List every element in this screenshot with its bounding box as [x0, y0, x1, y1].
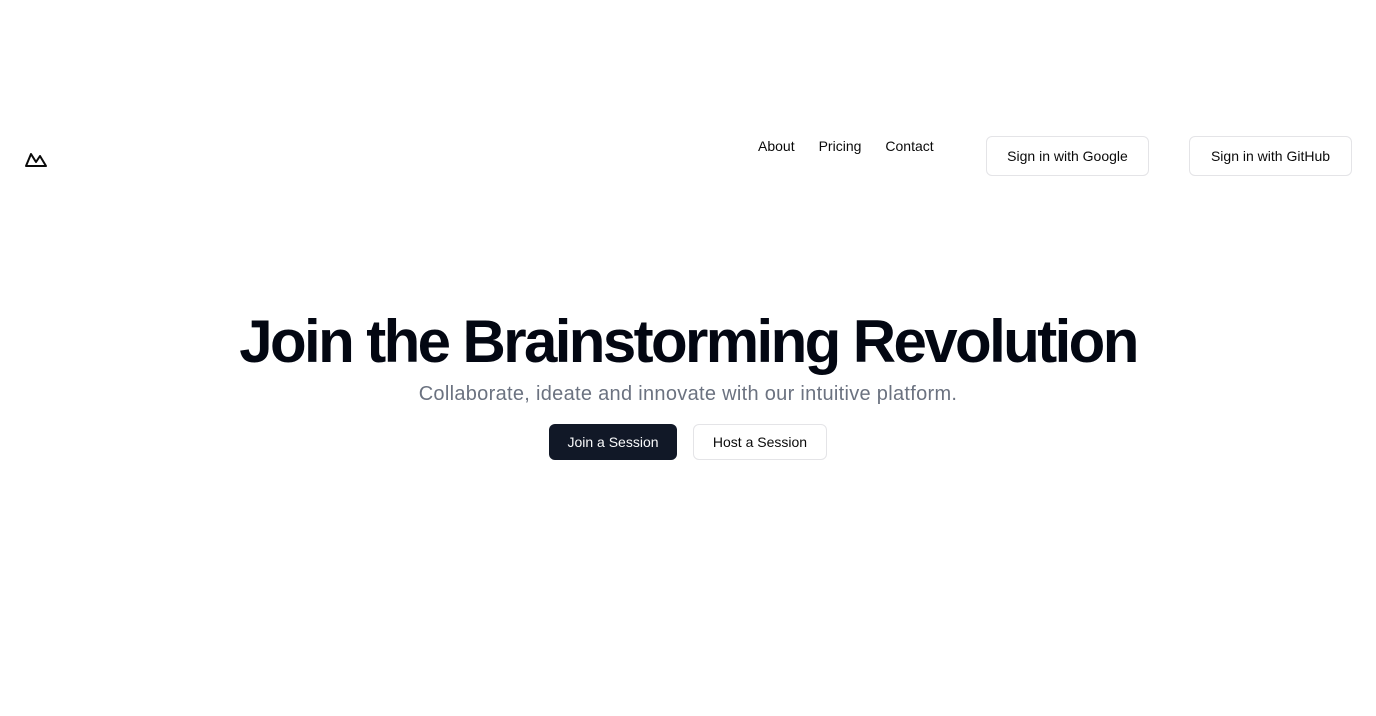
host-session-button[interactable]: Host a Session: [693, 424, 827, 460]
hero-title: Join the Brainstorming Revolution: [239, 308, 1139, 375]
hero-actions: Join a Session Host a Session: [0, 424, 1376, 460]
hero-section: Join the Brainstorming Revolution Collab…: [0, 306, 1376, 460]
nav-about-link[interactable]: About: [758, 136, 795, 156]
mountain-icon[interactable]: [24, 145, 48, 169]
main-nav: About Pricing Contact: [758, 136, 934, 156]
hero-subtitle: Collaborate, ideate and innovate with ou…: [418, 383, 958, 405]
sign-in-github-button[interactable]: Sign in with GitHub: [1189, 136, 1352, 176]
join-session-button[interactable]: Join a Session: [549, 424, 677, 460]
landing-page: About Pricing Contact Sign in with Googl…: [0, 0, 1376, 716]
sign-in-google-button[interactable]: Sign in with Google: [986, 136, 1149, 176]
site-header: About Pricing Contact Sign in with Googl…: [0, 136, 1376, 176]
nav-pricing-link[interactable]: Pricing: [819, 136, 862, 156]
nav-contact-link[interactable]: Contact: [885, 136, 933, 156]
